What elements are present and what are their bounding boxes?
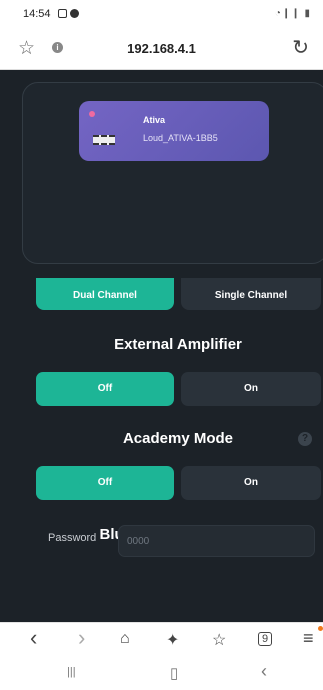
system-navigation-bar: ||| ▯ ‹ <box>0 656 323 690</box>
status-indicator-dot <box>89 111 95 117</box>
forward-icon[interactable]: › <box>78 625 85 651</box>
external-amplifier-off-button[interactable]: Off <box>36 372 174 406</box>
status-bar: 14:54 ◔❙❙ ▮ <box>0 0 323 28</box>
password-input[interactable] <box>118 525 315 557</box>
bookmarks-icon[interactable]: ☆ <box>212 630 226 650</box>
academy-mode-on-button[interactable]: On <box>181 466 321 500</box>
browser-toolbar: ‹ › ⌂ ✦ ☆ 9 ≡ <box>0 622 323 656</box>
status-notification-icons <box>58 9 79 18</box>
url-text[interactable]: 192.168.4.1 <box>0 41 323 56</box>
status-time: 14:54 <box>23 8 51 20</box>
dual-channel-button[interactable]: Dual Channel <box>36 278 174 310</box>
menu-icon[interactable]: ≡ <box>303 628 314 649</box>
chip-icon <box>93 135 115 145</box>
external-amplifier-on-button[interactable]: On <box>181 372 321 406</box>
recents-icon[interactable]: ||| <box>67 666 76 678</box>
notification-dot-icon <box>318 626 323 631</box>
home-icon[interactable]: ⌂ <box>120 630 130 648</box>
academy-mode-off-button[interactable]: Off <box>36 466 174 500</box>
home-nav-icon[interactable]: ▯ <box>170 664 178 682</box>
do-not-disturb-icon <box>70 9 79 18</box>
help-icon[interactable]: ? <box>298 432 312 446</box>
reload-icon[interactable]: ↻ <box>292 35 309 60</box>
single-channel-button[interactable]: Single Channel <box>181 278 321 310</box>
browser-url-bar: ☆ i 192.168.4.1 ↻ <box>0 28 323 70</box>
tabs-icon[interactable]: 9 <box>258 632 273 646</box>
gallery-notification-icon <box>58 9 67 18</box>
device-name: Ativa <box>143 115 166 125</box>
academy-mode-title: Academy Mode <box>122 430 234 447</box>
device-id: Loud_ATIVA-1BB5 <box>143 133 218 143</box>
sparkle-icon[interactable]: ✦ <box>166 630 179 650</box>
back-icon[interactable]: ‹ <box>30 625 37 651</box>
external-amplifier-title: External Amplifier <box>114 336 242 353</box>
signal-battery-icons: ◔❙❙ ▮ <box>274 8 311 19</box>
password-label: Password <box>48 532 97 544</box>
back-nav-icon[interactable]: ‹ <box>261 661 267 682</box>
device-card[interactable]: Ativa Loud_ATIVA-1BB5 <box>79 101 269 161</box>
device-panel: Ativa Loud_ATIVA-1BB5 <box>22 82 323 264</box>
